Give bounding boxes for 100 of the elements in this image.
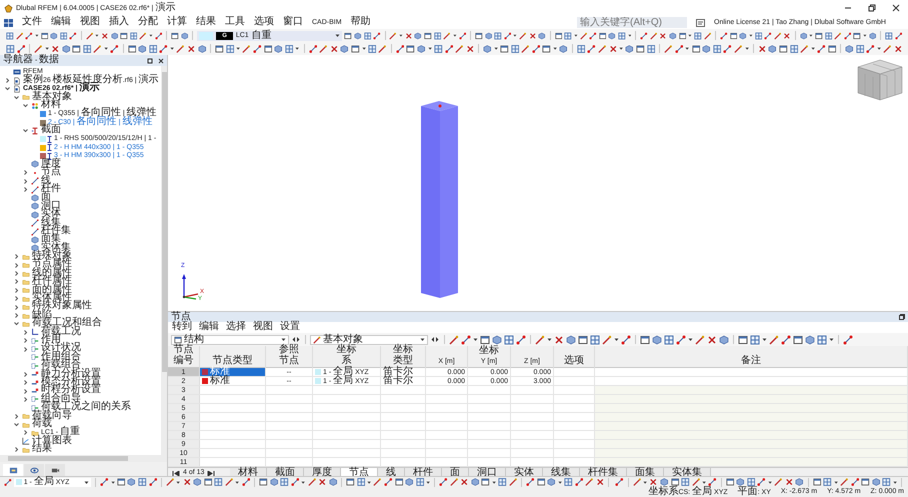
- pencil-icon[interactable]: [580, 30, 588, 40]
- first-page-icon[interactable]: [172, 470, 180, 476]
- chevron-right-icon[interactable]: [23, 396, 28, 402]
- close-icon[interactable]: [892, 4, 900, 12]
- pencil-icon[interactable]: [692, 477, 700, 487]
- caret-icon[interactable]: [428, 46, 432, 51]
- node-icon[interactable]: [308, 44, 318, 54]
- node-icon[interactable]: [621, 334, 631, 344]
- window-icon[interactable]: [670, 477, 680, 487]
- window-icon[interactable]: [598, 30, 606, 40]
- window-icon[interactable]: [554, 30, 562, 40]
- grid-icon[interactable]: [618, 30, 626, 40]
- caret-icon[interactable]: [744, 46, 749, 51]
- window-icon[interactable]: [394, 477, 404, 487]
- filter-combo[interactable]: 基本对象: [310, 334, 428, 344]
- cross-icon[interactable]: [528, 30, 536, 40]
- window-icon[interactable]: [214, 44, 224, 54]
- pencil-icon[interactable]: [319, 44, 328, 54]
- pencil-icon[interactable]: [704, 30, 712, 40]
- grid-icon[interactable]: [368, 44, 376, 54]
- window-icon[interactable]: [578, 334, 588, 344]
- grid-icon[interactable]: [364, 30, 372, 40]
- grid-icon[interactable]: [646, 44, 656, 54]
- node-icon[interactable]: [894, 30, 902, 40]
- caret-icon[interactable]: [762, 337, 767, 342]
- window-icon[interactable]: [424, 30, 432, 40]
- window-icon[interactable]: [500, 44, 509, 54]
- chevron-right-icon[interactable]: [14, 304, 19, 310]
- pencil-icon[interactable]: [883, 44, 892, 54]
- caret-icon[interactable]: [494, 46, 498, 51]
- window-icon[interactable]: [815, 30, 823, 40]
- cross-icon[interactable]: [758, 44, 766, 54]
- chevron-right-icon[interactable]: [23, 178, 28, 184]
- grid-icon[interactable]: [280, 477, 289, 487]
- cross-icon[interactable]: [186, 44, 196, 54]
- window-icon[interactable]: [793, 334, 803, 344]
- pencil-icon[interactable]: [389, 30, 398, 40]
- grid-icon[interactable]: [504, 334, 514, 344]
- chevron-right-icon[interactable]: [23, 346, 28, 352]
- chevron-right-icon[interactable]: [23, 170, 28, 176]
- grid-icon[interactable]: [590, 334, 600, 344]
- menu-item[interactable]: 分配: [138, 16, 158, 29]
- grid-icon[interactable]: [750, 334, 760, 344]
- pencil-icon[interactable]: [242, 44, 252, 54]
- column-header[interactable]: 参照 节点: [266, 346, 313, 368]
- node-icon[interactable]: [154, 30, 162, 40]
- caret-icon[interactable]: [452, 33, 457, 38]
- window-icon[interactable]: [853, 30, 862, 40]
- caret-icon[interactable]: [810, 46, 815, 51]
- chevron-right-icon[interactable]: [14, 288, 19, 293]
- window-icon[interactable]: [204, 477, 212, 487]
- pencil-icon[interactable]: [650, 30, 658, 40]
- window-icon[interactable]: [640, 334, 650, 344]
- cross-icon[interactable]: [784, 477, 794, 487]
- window-icon[interactable]: [692, 44, 700, 54]
- chevron-right-icon[interactable]: [23, 430, 28, 436]
- node-icon[interactable]: [676, 334, 686, 344]
- pin-icon[interactable]: [147, 58, 153, 64]
- caret-icon[interactable]: [614, 337, 619, 342]
- node-icon[interactable]: [757, 477, 766, 487]
- menu-item[interactable]: 工具: [225, 16, 245, 29]
- filter-combo[interactable]: 结构: [171, 334, 289, 344]
- caret-icon[interactable]: [492, 480, 496, 484]
- window-icon[interactable]: [128, 44, 136, 54]
- node-icon[interactable]: [866, 44, 875, 54]
- node-icon[interactable]: [615, 477, 624, 487]
- grid-icon[interactable]: [746, 477, 756, 487]
- caret-icon[interactable]: [44, 46, 49, 51]
- grid-icon[interactable]: [681, 477, 690, 487]
- caret-icon[interactable]: [619, 46, 624, 51]
- pencil-icon[interactable]: [695, 334, 705, 344]
- node-icon[interactable]: [461, 334, 471, 344]
- node-icon[interactable]: [148, 477, 158, 487]
- menu-item[interactable]: 窗口: [283, 16, 303, 29]
- chevron-down-icon[interactable]: [14, 94, 19, 100]
- chevron-right-icon[interactable]: [14, 262, 19, 268]
- node-icon[interactable]: [25, 30, 33, 40]
- window-icon[interactable]: [536, 477, 546, 487]
- panel-tab[interactable]: [24, 464, 44, 476]
- menu-item[interactable]: 结果: [196, 16, 216, 29]
- pencil-icon[interactable]: [769, 334, 779, 344]
- pencil-icon[interactable]: [176, 44, 185, 54]
- pencil-icon[interactable]: [455, 44, 464, 54]
- pencil-icon[interactable]: [774, 30, 782, 40]
- node-icon[interactable]: [589, 30, 597, 40]
- cross-icon[interactable]: [608, 44, 618, 54]
- tree-item[interactable]: 线集: [41, 218, 61, 228]
- card-icon[interactable]: [696, 18, 705, 26]
- grid-icon[interactable]: [148, 44, 158, 54]
- chevron-right-icon[interactable]: [23, 388, 28, 394]
- window-icon[interactable]: [828, 44, 836, 54]
- menu-item[interactable]: 设置: [280, 322, 300, 333]
- node-icon[interactable]: [526, 477, 535, 487]
- panel-tab[interactable]: [45, 464, 65, 476]
- window-icon[interactable]: [542, 44, 552, 54]
- window-icon[interactable]: [346, 477, 355, 487]
- node-icon[interactable]: [764, 30, 772, 40]
- cross-icon[interactable]: [318, 477, 327, 487]
- menu-item[interactable]: 文件: [22, 16, 42, 29]
- node-icon[interactable]: [723, 44, 732, 54]
